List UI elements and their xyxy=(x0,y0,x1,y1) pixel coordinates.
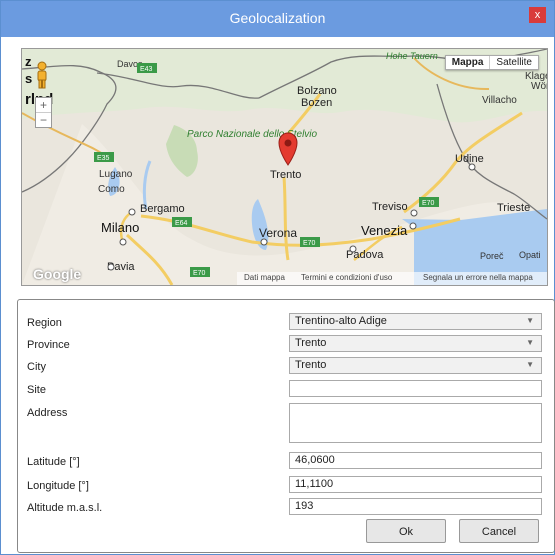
province-label: Province xyxy=(27,339,70,351)
close-button[interactable]: x xyxy=(529,7,546,23)
cancel-button[interactable]: Cancel xyxy=(459,519,539,543)
longitude-input[interactable]: 11,1100 xyxy=(289,476,542,493)
label-porec: Poreč xyxy=(480,251,504,261)
label-como: Como xyxy=(98,184,125,195)
geolocalization-dialog: Geolocalization x Davos Bolzano Bozen Pa… xyxy=(0,0,555,555)
map-type-toggle: Mappa Satellite xyxy=(444,55,539,70)
zoom-out-button[interactable]: − xyxy=(36,112,51,127)
road-badge-e70: E70 xyxy=(303,240,316,247)
label-partial-side: s xyxy=(25,71,32,86)
title-bar[interactable]: Geolocalization x xyxy=(1,1,554,37)
address-input[interactable] xyxy=(289,403,542,443)
window-title: Geolocalization xyxy=(229,10,326,26)
label-villacho: Villacho xyxy=(482,95,517,106)
geolocation-form: Region Trentino-alto Adige ▼ Province Tr… xyxy=(17,299,555,553)
zoom-in-button[interactable]: + xyxy=(36,98,51,112)
address-label: Address xyxy=(27,407,68,419)
terms-link[interactable]: Termini e condizioni d'uso xyxy=(301,273,392,282)
altitude-label: Altitude m.a.s.l. xyxy=(27,502,103,514)
province-value: Trento xyxy=(295,337,327,349)
label-partial-top: z xyxy=(25,54,32,69)
google-logo: Google xyxy=(33,266,82,282)
label-venezia: Venezia xyxy=(361,223,408,238)
pegman-icon[interactable] xyxy=(35,61,49,89)
location-pin-icon[interactable] xyxy=(277,132,299,166)
label-bergamo: Bergamo xyxy=(140,203,185,215)
latitude-label: Latitude [°] xyxy=(27,456,80,468)
city-select[interactable]: Trento ▼ xyxy=(289,357,542,374)
road-badge-e64: E64 xyxy=(175,220,188,227)
map-type-mappa[interactable]: Mappa xyxy=(446,56,491,69)
region-label: Region xyxy=(27,317,62,329)
label-hohe-tauern: Hohe Tauern xyxy=(386,51,438,61)
site-input[interactable] xyxy=(289,380,542,397)
label-wor: Wör xyxy=(531,81,547,92)
region-select[interactable]: Trentino-alto Adige ▼ xyxy=(289,313,542,330)
ok-button[interactable]: Ok xyxy=(366,519,446,543)
chevron-down-icon: ▼ xyxy=(526,316,534,325)
label-opati: Opati xyxy=(519,250,541,260)
map-data-link[interactable]: Dati mappa xyxy=(244,273,285,282)
label-trieste: Trieste xyxy=(497,202,530,214)
label-trento: Trento xyxy=(270,169,301,181)
label-bozen: Bozen xyxy=(301,97,332,109)
city-label: City xyxy=(27,361,46,373)
report-error-link[interactable]: Segnala un errore nella mappa xyxy=(423,273,533,282)
road-badge-e70-east: E70 xyxy=(422,200,435,207)
latitude-input[interactable]: 46,0600 xyxy=(289,452,542,469)
chevron-down-icon: ▼ xyxy=(526,360,534,369)
label-bolzano: Bolzano xyxy=(297,85,337,97)
road-badge-e70-south: E70 xyxy=(193,270,206,277)
altitude-input[interactable]: 193 xyxy=(289,498,542,515)
city-value: Trento xyxy=(295,359,327,371)
label-verona: Verona xyxy=(259,226,297,240)
longitude-label: Longitude [°] xyxy=(27,480,89,492)
label-milano: Milano xyxy=(101,220,139,235)
site-label: Site xyxy=(27,384,46,396)
map-view[interactable]: Davos Bolzano Bozen Parco Nazionale dell… xyxy=(21,48,548,286)
label-udine: Udine xyxy=(455,153,484,165)
province-select[interactable]: Trento ▼ xyxy=(289,335,542,352)
label-lugano: Lugano xyxy=(99,169,133,180)
map-canvas: Davos Bolzano Bozen Parco Nazionale dell… xyxy=(22,49,547,285)
road-badge-e35: E35 xyxy=(97,155,110,162)
label-treviso: Treviso xyxy=(372,201,408,213)
chevron-down-icon: ▼ xyxy=(526,338,534,347)
region-value: Trentino-alto Adige xyxy=(295,315,387,327)
zoom-controls: + − xyxy=(35,97,52,128)
map-type-satellite[interactable]: Satellite xyxy=(490,56,538,69)
road-badge-e43: E43 xyxy=(140,66,153,73)
